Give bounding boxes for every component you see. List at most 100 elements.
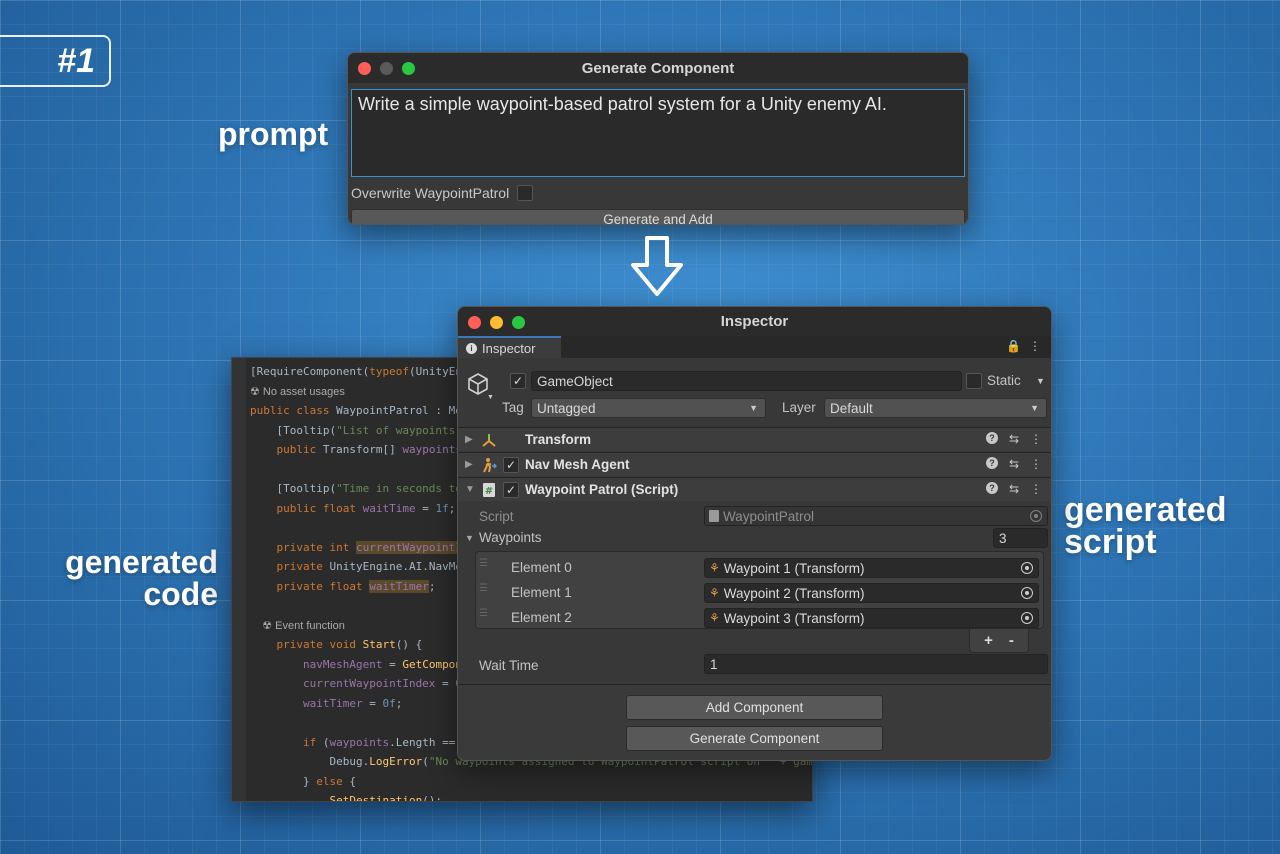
gameobject-active-checkbox[interactable]: ✓ xyxy=(510,373,526,389)
tab-inspector[interactable]: i Inspector xyxy=(458,336,561,358)
fold-arrow-icon[interactable]: ▶ xyxy=(465,459,473,470)
kebab-menu-icon[interactable]: ⋮ xyxy=(1029,339,1041,353)
element-object-field[interactable]: ⚘ Waypoint 1 (Transform) xyxy=(704,558,1039,578)
generate-and-add-button[interactable]: Generate and Add xyxy=(351,209,965,224)
code-token: ☢ No asset usages xyxy=(250,385,345,398)
close-window-button[interactable] xyxy=(358,62,371,75)
generate-component-button[interactable]: Generate Component xyxy=(626,726,883,751)
caption-script-line2: script xyxy=(1064,523,1157,561)
component-tools: ? ⇆ ⋮ xyxy=(985,457,1042,471)
code-token: private void xyxy=(250,638,363,651)
code-token: .Length == xyxy=(389,735,462,749)
code-token: waitTimer xyxy=(250,696,363,710)
code-token: = xyxy=(382,657,403,671)
layer-label: Layer xyxy=(782,400,816,415)
caption-script-line1: generated xyxy=(1064,491,1227,529)
code-token: waypoints xyxy=(402,443,462,456)
script-field-value: WaypointPatrol xyxy=(723,508,815,524)
zoom-window-button[interactable] xyxy=(402,62,415,75)
fold-arrow-expanded-icon[interactable]: ▼ xyxy=(465,533,474,543)
element-label: Element 1 xyxy=(511,585,572,600)
code-token: = xyxy=(435,677,456,690)
transform-icon xyxy=(482,434,496,447)
inspector-zoom-button[interactable] xyxy=(512,316,525,329)
icon-dropdown-caret[interactable]: ▼ xyxy=(487,394,494,401)
component-navmesh-agent[interactable]: ▶ ✓ Nav Mesh Agent ? ⇆ ⋮ xyxy=(458,452,1051,476)
script-field: WaypointPatrol xyxy=(704,506,1048,526)
code-token: private float xyxy=(250,579,370,593)
gameobject-name-field[interactable]: GameObject xyxy=(531,371,962,391)
code-token: WaypointPatrol : Mono xyxy=(336,404,476,417)
prompt-text-area[interactable]: Write a simple waypoint-based patrol sys… xyxy=(351,89,965,177)
waypoints-size-field[interactable]: 3 xyxy=(993,528,1048,548)
inspector-close-button[interactable] xyxy=(468,316,481,329)
element-value: Waypoint 2 (Transform) xyxy=(723,585,865,601)
window-title: Generate Component xyxy=(581,59,735,77)
drag-handle-icon[interactable]: ☰ xyxy=(479,558,488,569)
component-name: Transform xyxy=(525,432,592,447)
component-transform[interactable]: ▶ Transform ? ⇆ ⋮ xyxy=(458,427,1051,451)
component-name: Waypoint Patrol (Script) xyxy=(525,482,679,497)
layer-dropdown[interactable]: Default ▼ xyxy=(824,398,1047,418)
kebab-menu-icon[interactable]: ⋮ xyxy=(1030,457,1042,471)
code-token: currentWaypointIndex xyxy=(250,677,436,690)
tag-dropdown[interactable]: Untagged ▼ xyxy=(531,398,766,418)
fold-arrow-expanded-icon[interactable]: ▼ xyxy=(465,484,475,495)
presets-icon[interactable]: ⇆ xyxy=(1009,482,1019,496)
code-token: "List of waypoints fo xyxy=(336,423,476,437)
presets-icon[interactable]: ⇆ xyxy=(1009,457,1019,471)
code-token: [Tooltip( xyxy=(250,482,337,495)
code-token: Start xyxy=(362,638,396,651)
tag-value: Untagged xyxy=(537,400,596,416)
object-picker-icon[interactable] xyxy=(1021,587,1033,599)
fold-arrow-icon[interactable]: ▶ xyxy=(465,434,473,445)
inspector-traffic-lights xyxy=(468,316,525,329)
transform-icon: ⚘ xyxy=(709,586,720,600)
inspector-minimize-button[interactable] xyxy=(490,316,503,329)
code-token: else xyxy=(316,774,350,788)
lock-icon[interactable]: 🔒 xyxy=(1006,339,1021,353)
help-icon[interactable]: ? xyxy=(985,457,998,469)
code-line: ☢ Event function xyxy=(250,616,345,636)
help-icon[interactable]: ? xyxy=(985,482,998,494)
caption-generated-script: generated script xyxy=(1064,491,1227,561)
list-add-remove: + - xyxy=(969,629,1029,653)
help-icon[interactable]: ? xyxy=(985,432,998,444)
kebab-menu-icon[interactable]: ⋮ xyxy=(1030,432,1042,446)
tag-label: Tag xyxy=(502,400,524,415)
code-token: () { xyxy=(395,638,423,651)
code-line: private int currentWaypointInd xyxy=(250,538,476,558)
code-token: ( xyxy=(422,755,429,768)
kebab-menu-icon[interactable]: ⋮ xyxy=(1030,482,1042,496)
drag-handle-icon[interactable]: ☰ xyxy=(479,583,488,594)
navmesh-enabled-checkbox[interactable]: ✓ xyxy=(503,457,519,473)
code-line: currentWaypointIndex = 0; xyxy=(250,674,469,694)
code-line: [RequireComponent(typeof(UnityEngi xyxy=(250,362,475,382)
component-waypoint-patrol[interactable]: ▼ # ✓ Waypoint Patrol (Script) ? ⇆ ⋮ xyxy=(458,477,1051,501)
element-object-field[interactable]: ⚘ Waypoint 3 (Transform) xyxy=(704,608,1039,628)
static-dropdown-caret[interactable]: ▼ xyxy=(1036,376,1045,386)
layer-value: Default xyxy=(830,400,873,416)
svg-text:#: # xyxy=(485,486,493,497)
add-element-button[interactable]: + xyxy=(984,632,993,649)
presets-icon[interactable]: ⇆ xyxy=(1009,432,1019,446)
add-component-button[interactable]: Add Component xyxy=(626,695,883,720)
code-token: typeof xyxy=(369,365,409,378)
list-item: ☰ Element 0 ⚘ Waypoint 1 (Transform) xyxy=(458,556,1051,581)
element-object-field[interactable]: ⚘ Waypoint 2 (Transform) xyxy=(704,583,1039,603)
minimize-window-button[interactable] xyxy=(380,62,393,75)
remove-element-button[interactable]: - xyxy=(1009,632,1014,649)
wait-time-field[interactable]: 1 xyxy=(704,654,1048,674)
static-checkbox[interactable] xyxy=(966,373,982,389)
patrol-enabled-checkbox[interactable]: ✓ xyxy=(503,482,519,498)
drag-handle-icon[interactable]: ☰ xyxy=(479,608,488,619)
object-picker-icon[interactable] xyxy=(1021,562,1033,574)
caption-code-line1: generated xyxy=(65,544,218,580)
code-token: "Time in seconds to w xyxy=(336,482,476,495)
caption-prompt: prompt xyxy=(218,116,329,152)
inspector-footer: Add Component Generate Component xyxy=(458,684,1051,760)
component-tools: ? ⇆ ⋮ xyxy=(985,432,1042,446)
object-picker-icon[interactable] xyxy=(1021,612,1033,624)
inspector-tab-row: i Inspector 🔒 ⋮ xyxy=(458,336,1051,358)
overwrite-checkbox[interactable] xyxy=(517,185,534,201)
